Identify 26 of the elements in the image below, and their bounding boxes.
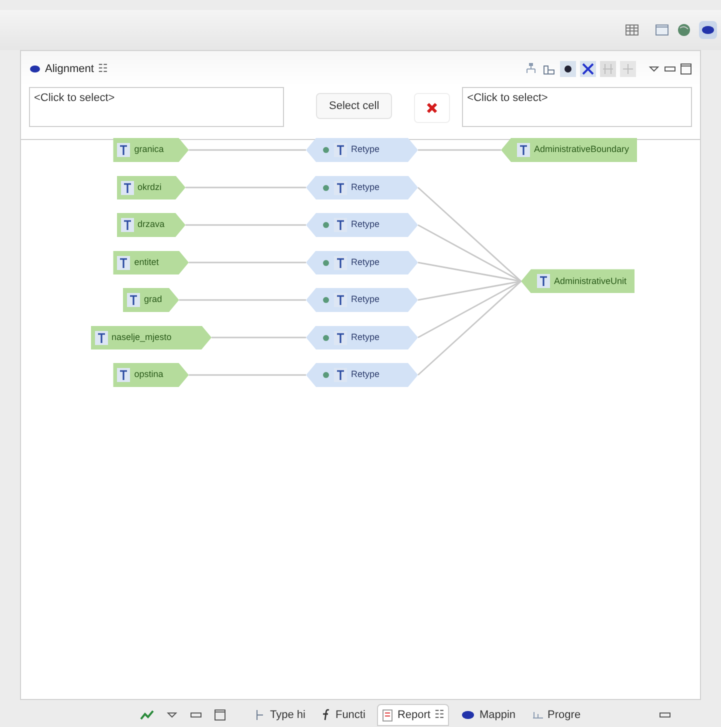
function-node[interactable]: Retype bbox=[306, 326, 418, 350]
select-cell-button[interactable]: Select cell bbox=[316, 93, 392, 119]
view-tab[interactable]: Report ☷ bbox=[377, 704, 450, 726]
source-node[interactable]: entitet bbox=[113, 250, 189, 274]
function-node[interactable]: Retype bbox=[306, 176, 418, 200]
view-tab[interactable]: Functi bbox=[317, 704, 370, 726]
function-node[interactable]: Retype bbox=[306, 138, 418, 162]
target-field[interactable]: <Click to select> bbox=[462, 87, 692, 127]
target-node[interactable]: AdministrativeBoundary bbox=[501, 138, 638, 162]
view-tab[interactable]: Type hi bbox=[250, 704, 310, 726]
target-node[interactable]: AdministrativeUnit bbox=[521, 269, 635, 294]
source-node[interactable]: granica bbox=[113, 138, 189, 162]
function-node[interactable]: Retype bbox=[306, 363, 418, 387]
source-node[interactable]: drzava bbox=[116, 213, 186, 237]
source-field[interactable]: <Click to select> bbox=[29, 87, 284, 127]
view-tab[interactable]: Mappin bbox=[457, 704, 520, 726]
panel-tab[interactable]: Alignment ☷ bbox=[29, 60, 108, 78]
function-node[interactable]: Retype bbox=[306, 250, 418, 274]
function-node[interactable]: Retype bbox=[306, 213, 418, 237]
view-tab[interactable]: Progre bbox=[528, 704, 585, 726]
close-icon[interactable]: ☷ bbox=[434, 706, 444, 724]
source-node[interactable]: naselje_mjesto bbox=[90, 326, 212, 350]
source-node[interactable]: okrdzi bbox=[116, 176, 186, 200]
source-node[interactable]: grad bbox=[123, 288, 179, 312]
source-node[interactable]: opstina bbox=[113, 363, 189, 387]
function-node[interactable]: Retype bbox=[306, 288, 418, 312]
